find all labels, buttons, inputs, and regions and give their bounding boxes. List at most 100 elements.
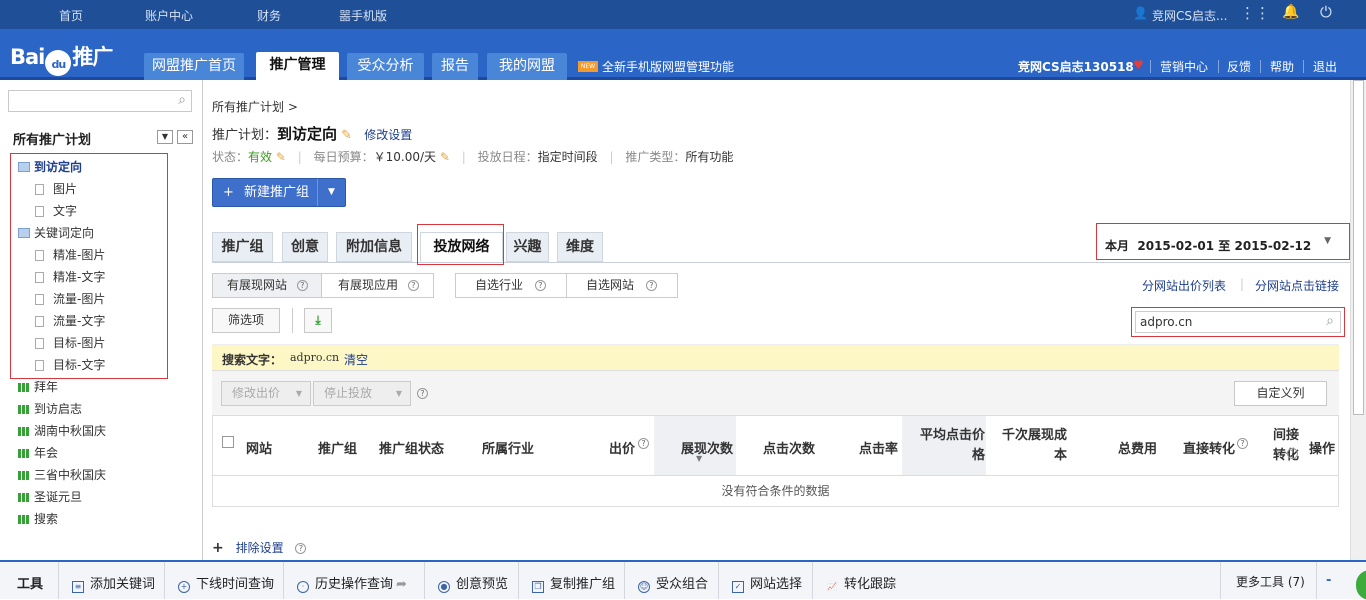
sort-impressions[interactable]: 展现次数 xyxy=(681,438,733,457)
site-search-input[interactable] xyxy=(1135,311,1341,333)
green-float-tab[interactable] xyxy=(1356,570,1366,600)
nav-account-link[interactable]: 账户中心 xyxy=(145,7,193,24)
custom-columns-button[interactable]: 自定义列 xyxy=(1234,381,1327,406)
sidebar-item[interactable]: 文字 xyxy=(0,200,200,222)
document-icon xyxy=(35,206,44,217)
apps-grid-icon[interactable]: ⋮⋮ xyxy=(1240,4,1270,22)
bar-chart-icon xyxy=(18,383,29,392)
nav-home-link[interactable]: 首页 xyxy=(59,7,83,24)
nav-finance-link[interactable]: 财务 xyxy=(257,7,281,24)
sidebar-item[interactable]: 图片 xyxy=(0,178,200,200)
creative-preview-button[interactable]: ● 创意预览 xyxy=(438,573,508,593)
add-keyword-button[interactable]: ≡ 添加关键词 xyxy=(72,573,155,593)
search-icon[interactable]: ⌕ xyxy=(1326,313,1334,329)
tab-extra-info[interactable]: 附加信息 xyxy=(336,232,412,262)
modify-bid-button[interactable]: 修改出价 ▼ xyxy=(221,381,311,406)
tab-promotion-management[interactable]: 推广管理 xyxy=(256,52,339,81)
sidebar-item[interactable]: 搜索 xyxy=(0,508,200,530)
marketing-center-link[interactable]: 营销中心 xyxy=(1160,58,1208,75)
subtab-custom-sites[interactable]: 自选网站 ? xyxy=(566,273,678,298)
collapse-toolbar-button[interactable]: - xyxy=(1326,573,1331,588)
subtab-industry[interactable]: 自选行业 ? xyxy=(455,273,567,298)
new-group-button[interactable]: + 新建推广组 ▼ xyxy=(212,178,346,207)
site-click-link[interactable]: 分网站点击链接 xyxy=(1255,277,1339,294)
breadcrumb[interactable]: 所有推广计划 > xyxy=(212,98,298,115)
download-icon[interactable]: ⤓ xyxy=(304,308,332,333)
sidebar-title: 所有推广计划 xyxy=(13,133,92,148)
document-icon xyxy=(35,272,44,283)
sidebar-dropdown-button[interactable]: ▼ xyxy=(157,130,173,144)
help-link[interactable]: 帮助 xyxy=(1270,58,1294,75)
chevron-down-icon[interactable]: ▼ xyxy=(328,179,335,206)
tab-report[interactable]: 报告 xyxy=(432,53,478,80)
bar-chart-icon xyxy=(18,405,29,414)
logout-link[interactable]: 退出 xyxy=(1313,58,1337,75)
eye-icon: ● xyxy=(438,581,450,593)
sidebar-item[interactable]: 流量-文字 xyxy=(0,310,200,332)
filter-button[interactable]: 筛选项 xyxy=(212,308,280,333)
search-text-value: adpro.cn xyxy=(290,351,340,364)
audience-combo-button[interactable]: ☺ 受众组合 xyxy=(638,573,708,593)
tab-interest[interactable]: 兴趣 xyxy=(506,232,549,262)
sidebar-item[interactable]: 目标-图片 xyxy=(0,332,200,354)
mobile-feature-link[interactable]: 全新手机版网盟管理功能 xyxy=(602,58,734,75)
account-name[interactable]: 竞网CS启志130518 xyxy=(1018,58,1134,75)
user-icon[interactable]: 👤 xyxy=(1133,6,1148,20)
tab-audience-analysis[interactable]: 受众分析 xyxy=(347,53,424,80)
feedback-link[interactable]: 反馈 xyxy=(1227,58,1251,75)
sidebar-item[interactable]: 三省中秋国庆 xyxy=(0,464,200,486)
site-select-button[interactable]: ✓ 网站选择 xyxy=(732,573,802,593)
top-user-name[interactable]: 竞网CS启志... xyxy=(1152,7,1227,24)
sidebar-item-label: 搜索 xyxy=(34,512,59,526)
sidebar-item[interactable]: 关键词定向 xyxy=(0,222,200,244)
sidebar-search-input[interactable]: ⌕ xyxy=(8,90,192,112)
tab-dimension[interactable]: 维度 xyxy=(557,232,603,262)
nav-mobile-link[interactable]: 噐手机版 xyxy=(339,7,387,24)
pencil-icon[interactable]: ✎ xyxy=(272,150,286,164)
tab-creative[interactable]: 创意 xyxy=(282,232,328,262)
people-icon: ☺ xyxy=(638,581,650,593)
stop-button[interactable]: 停止投放 ▼ xyxy=(313,381,411,406)
sidebar-item[interactable]: 湖南中秋国庆 xyxy=(0,420,200,442)
sidebar-item[interactable]: 圣诞元旦 xyxy=(0,486,200,508)
power-icon[interactable]: ⏻ xyxy=(1320,3,1332,21)
plus-icon: + xyxy=(223,185,234,200)
bell-icon[interactable]: 🔔 xyxy=(1282,4,1299,20)
conversion-tracking-button[interactable]: 📈 转化跟踪 xyxy=(826,573,896,594)
sidebar-item-label: 目标-图片 xyxy=(53,336,106,350)
subtab-apps[interactable]: 有展现应用 ? xyxy=(321,273,434,298)
help-icon[interactable]: ? xyxy=(417,388,428,399)
document-icon xyxy=(35,316,44,327)
sidebar-collapse-button[interactable]: « xyxy=(177,130,193,144)
sidebar-item[interactable]: 精准-图片 xyxy=(0,244,200,266)
history-button[interactable]: · 历史操作查询 ➦ xyxy=(297,573,407,593)
offline-time-button[interactable]: + 下线时间查询 xyxy=(178,573,274,593)
sidebar-item[interactable]: 流量-图片 xyxy=(0,288,200,310)
help-icon: ? xyxy=(638,438,649,449)
pencil-icon[interactable]: ✎ xyxy=(341,128,352,143)
tab-alliance-home[interactable]: 网盟推广首页 xyxy=(144,53,244,80)
document-icon xyxy=(35,184,44,195)
sidebar-item[interactable]: 年会 xyxy=(0,442,200,464)
copy-group-button[interactable]: ❐ 复制推广组 xyxy=(532,573,615,593)
exclude-settings[interactable]: + 排除设置 ? xyxy=(212,539,307,556)
sidebar-item[interactable]: 精准-文字 xyxy=(0,266,200,288)
plan-header: 推广计划：到访定向 ✎ 修改设置 xyxy=(212,123,412,144)
sidebar-item[interactable]: 到访启志 xyxy=(0,398,200,420)
date-range-select[interactable]: 本月 2015-02-01 至 2015-02-12 ▼ xyxy=(1096,223,1350,260)
sidebar-item[interactable]: 到访定向 xyxy=(0,156,200,178)
sidebar-item[interactable]: 拜年 xyxy=(0,376,200,398)
pencil-icon[interactable]: ✎ xyxy=(436,150,450,164)
subtab-sites[interactable]: 有展现网站 ? xyxy=(212,273,322,298)
sidebar-item[interactable]: 目标-文字 xyxy=(0,354,200,376)
modify-settings-link[interactable]: 修改设置 xyxy=(364,128,412,142)
clear-link[interactable]: 清空 xyxy=(344,351,368,368)
tab-my-alliance[interactable]: 我的网盟 xyxy=(487,53,567,80)
vertical-scrollbar[interactable] xyxy=(1350,80,1366,560)
help-icon: ? xyxy=(645,280,657,291)
search-icon[interactable]: ⌕ xyxy=(178,92,186,108)
site-bid-list-link[interactable]: 分网站出价列表 xyxy=(1142,277,1226,294)
tab-ad-group[interactable]: 推广组 xyxy=(212,232,273,262)
more-tools-button[interactable]: 更多工具 (7) xyxy=(1236,573,1305,590)
select-all-checkbox[interactable] xyxy=(222,436,234,448)
